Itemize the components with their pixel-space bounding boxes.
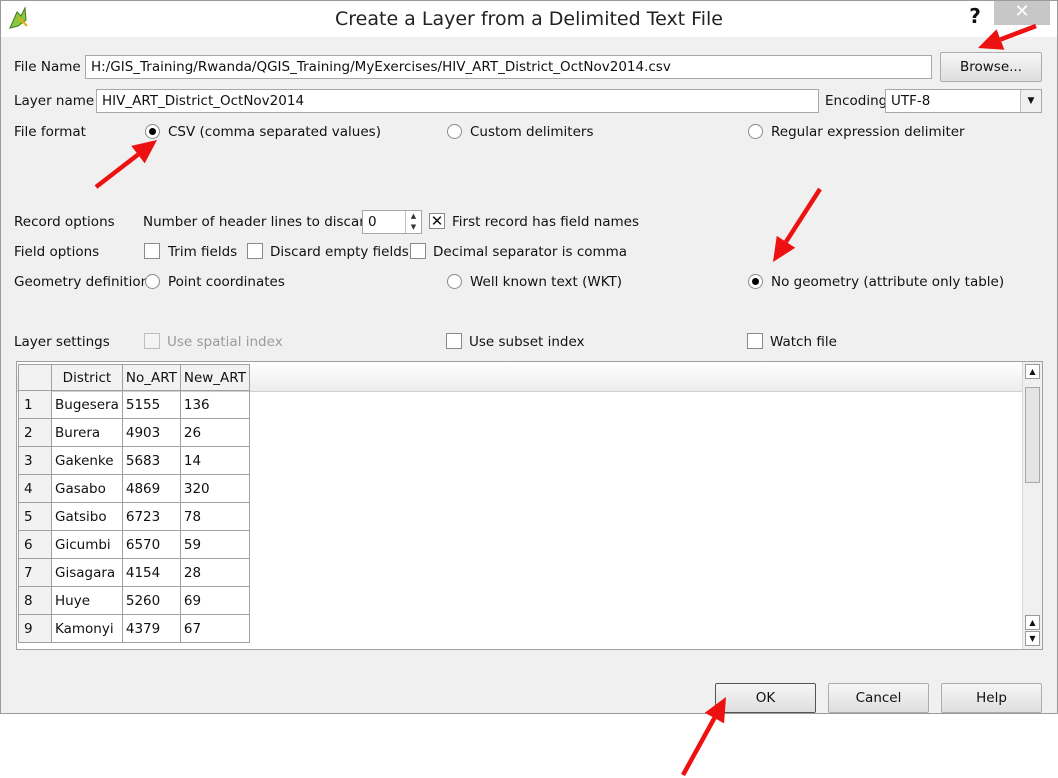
ok-arrow — [681, 697, 726, 777]
no-geometry-arrow — [773, 187, 822, 262]
csv-arrow — [94, 140, 157, 189]
annotation-arrows — [94, 23, 1037, 777]
browse-arrow — [978, 23, 1037, 50]
